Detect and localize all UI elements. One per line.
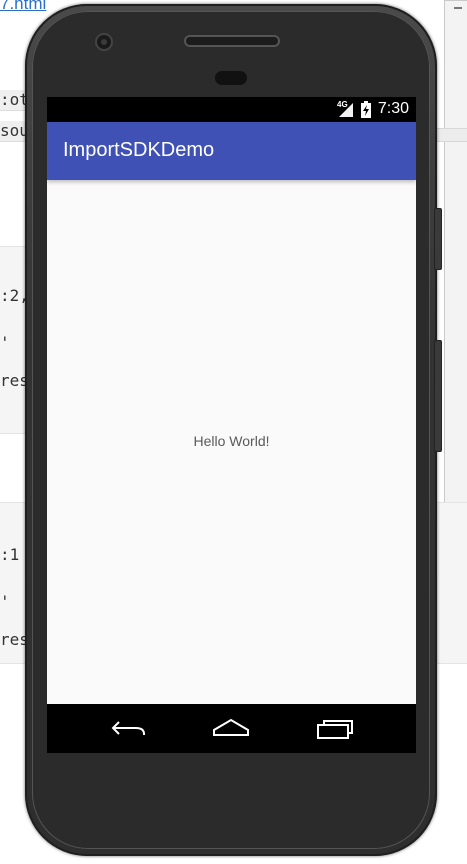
back-icon[interactable]	[110, 718, 148, 738]
code-line: '	[0, 592, 10, 611]
status-bar: 4G 7:30	[47, 97, 416, 122]
app-title: ImportSDKDemo	[63, 139, 215, 161]
code-line: '	[0, 333, 10, 352]
home-icon[interactable]	[211, 718, 251, 738]
device-screen: 4G 7:30 ImportSDKDemo Hello World!	[47, 97, 416, 753]
signal-icon	[339, 103, 353, 117]
code-line: :1	[0, 545, 20, 564]
minimize-icon[interactable]	[454, 7, 462, 9]
main-content: Hello World!	[47, 180, 416, 704]
proximity-sensor	[215, 71, 247, 85]
doc-link[interactable]: 7.html	[0, 0, 46, 14]
navigation-bar	[47, 704, 416, 753]
earpiece-speaker	[186, 37, 278, 45]
app-bar: ImportSDKDemo	[47, 122, 416, 180]
code-strip	[432, 128, 467, 142]
recents-icon[interactable]	[315, 718, 355, 740]
hello-text: Hello World!	[193, 433, 270, 449]
power-button[interactable]	[434, 340, 442, 452]
clock: 7:30	[377, 100, 409, 117]
battery-charging-icon	[361, 101, 371, 118]
volume-button[interactable]	[434, 208, 442, 270]
side-window	[444, 0, 467, 532]
front-camera	[97, 35, 111, 49]
